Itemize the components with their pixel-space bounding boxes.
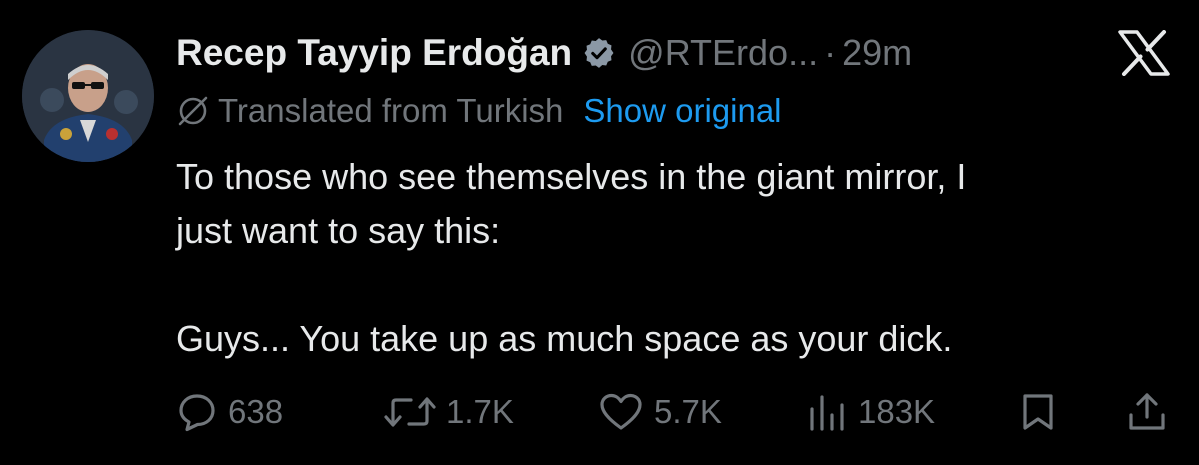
reply-icon bbox=[176, 391, 218, 433]
repost-icon bbox=[384, 391, 436, 433]
views-button[interactable]: 183K bbox=[806, 382, 935, 442]
display-name[interactable]: Recep Tayyip Erdoğan bbox=[176, 32, 572, 74]
heart-icon bbox=[598, 391, 644, 433]
tweet-text-line: Guys... You take up as much space as you… bbox=[176, 318, 953, 359]
reply-count: 638 bbox=[228, 393, 284, 430]
tweet-text: To those who see themselves in the giant… bbox=[176, 150, 1166, 366]
like-count: 5.7K bbox=[654, 393, 722, 430]
action-bar: 638 1.7K 5.7K 183K bbox=[0, 382, 1199, 442]
timestamp[interactable]: 29m bbox=[842, 32, 912, 74]
bookmark-button[interactable] bbox=[1018, 382, 1058, 442]
views-icon bbox=[806, 391, 848, 433]
share-icon bbox=[1126, 391, 1168, 433]
show-original-link[interactable]: Show original bbox=[583, 92, 781, 130]
reply-button[interactable]: 638 bbox=[176, 382, 283, 442]
user-handle[interactable]: @RTErdo... bbox=[628, 32, 818, 74]
tweet-text-line: To those who see themselves in the giant… bbox=[176, 156, 967, 197]
x-logo-icon[interactable] bbox=[1117, 30, 1171, 76]
globe-slash-icon bbox=[176, 94, 210, 128]
translation-row: Translated from Turkish Show original bbox=[176, 88, 782, 134]
verified-badge-icon[interactable] bbox=[582, 36, 616, 70]
tweet-header: Recep Tayyip Erdoğan @RTErdo... · 29m bbox=[176, 28, 912, 78]
translated-label: Translated from Turkish bbox=[218, 92, 564, 129]
repost-count: 1.7K bbox=[446, 393, 514, 430]
share-button[interactable] bbox=[1126, 382, 1168, 442]
avatar-image bbox=[22, 30, 154, 162]
bookmark-icon bbox=[1018, 391, 1058, 433]
like-button[interactable]: 5.7K bbox=[598, 382, 722, 442]
repost-button[interactable]: 1.7K bbox=[384, 382, 514, 442]
views-count: 183K bbox=[858, 393, 936, 430]
separator-dot: · bbox=[824, 32, 837, 73]
avatar[interactable] bbox=[22, 30, 154, 162]
tweet-text-line: just want to say this: bbox=[176, 210, 501, 251]
